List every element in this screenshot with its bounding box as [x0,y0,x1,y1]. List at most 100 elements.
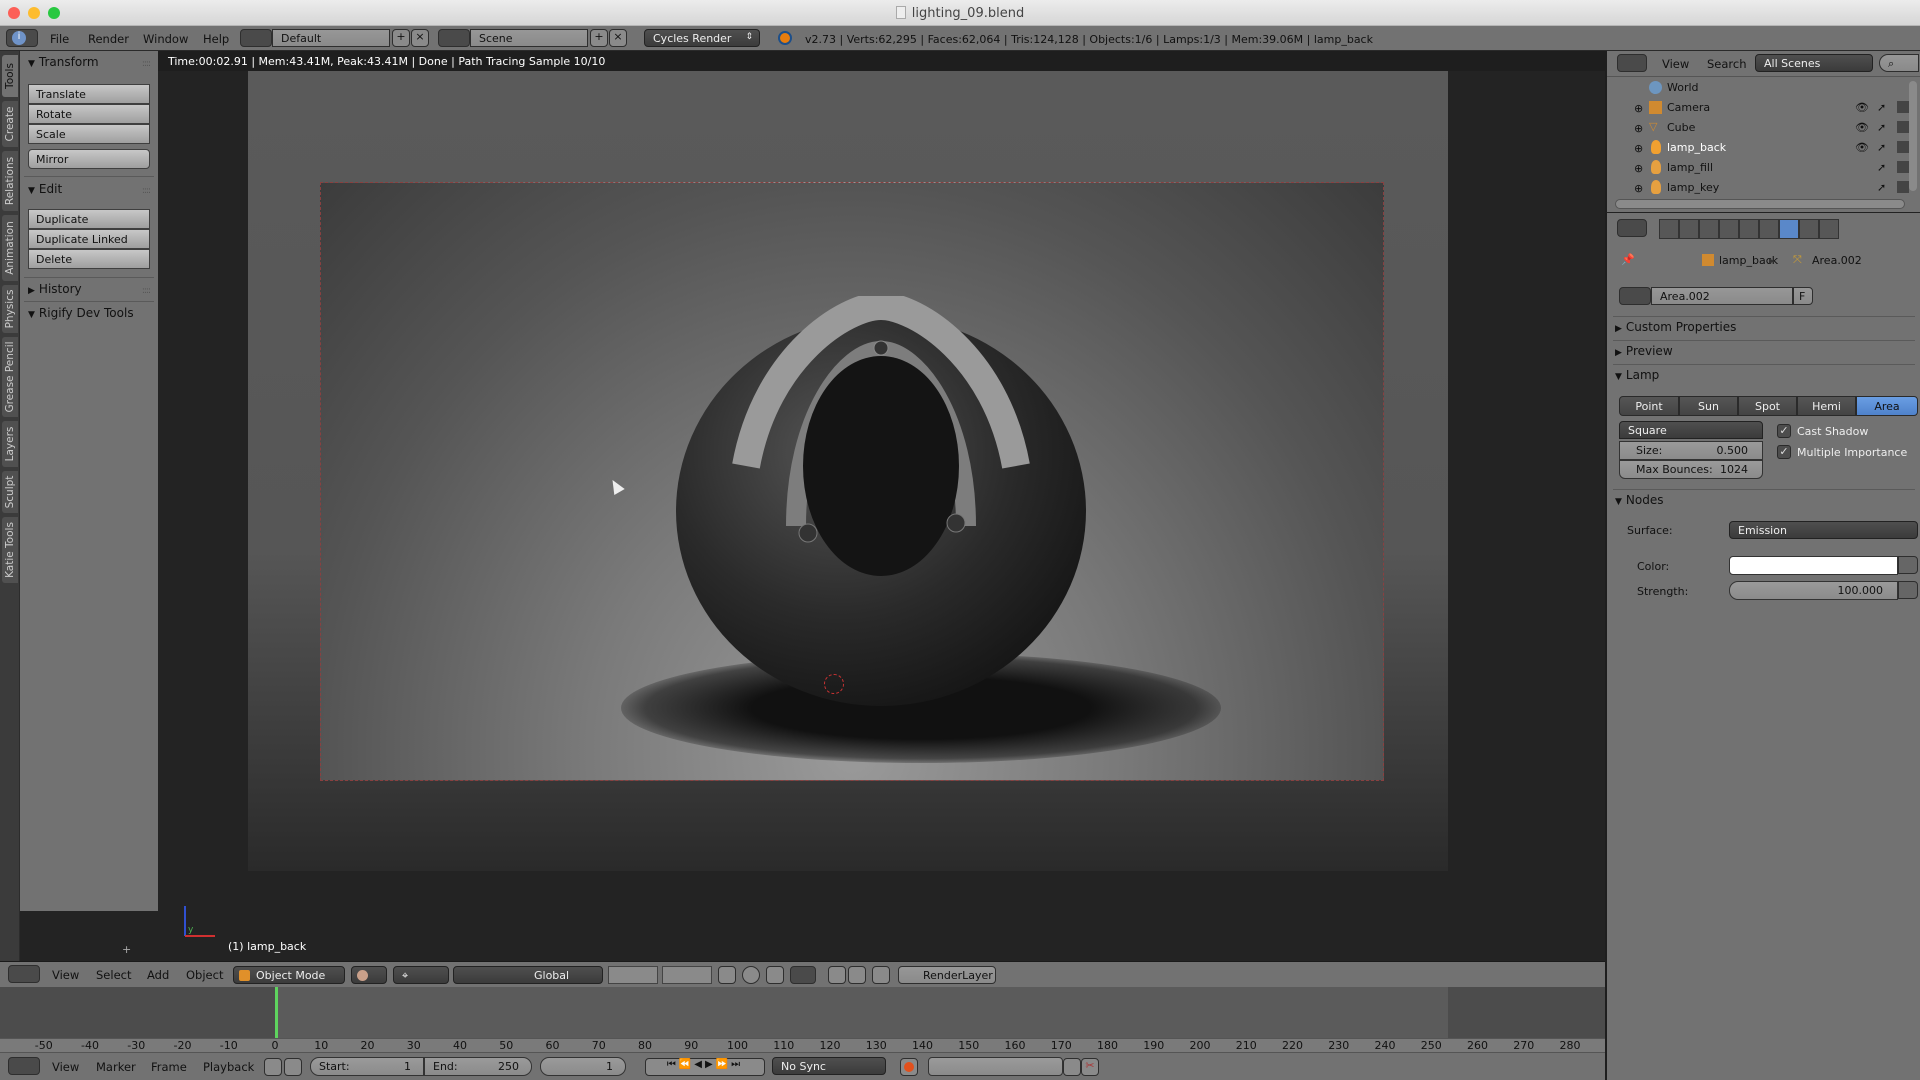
lamp-type-point[interactable]: Point [1619,396,1679,416]
select-arrow-icon[interactable]: ➚ [1877,101,1886,114]
render-camera-icon[interactable] [1897,101,1909,113]
search-input[interactable]: ⌕ [1879,54,1919,72]
menu-object[interactable]: Object [186,968,223,982]
lamp-type-sun[interactable]: Sun [1679,396,1738,416]
outliner-vscrollbar[interactable] [1909,81,1917,191]
tab-grease-pencil[interactable]: Grease Pencil [2,337,18,417]
frame-ruler[interactable]: -50 -40 -30 -20 -10 0 10 20 30 40 50 60 70 80 90 100 110… [0,1038,1605,1053]
multiple-importance-checkbox[interactable]: ✓ [1777,445,1791,459]
3d-viewport[interactable]: Time:00:02.91 | Mem:43.41M, Peak:43.41M … [158,51,1605,961]
scale-button[interactable]: Scale [28,124,150,144]
outliner-item-cube[interactable]: ⊕ ▽ Cube 👁 ➚ [1607,118,1920,138]
render-engine-dropdown[interactable]: Cycles Render ⇕ [644,29,760,47]
render-camera-icon[interactable] [1897,161,1909,173]
select-arrow-icon[interactable]: ➚ [1877,141,1886,154]
translate-button[interactable]: Translate [28,84,150,104]
tab-world[interactable] [1719,219,1739,239]
insert-keyframe-icon[interactable] [1063,1058,1081,1076]
playback-controls[interactable]: ⏮⏪◀▶⏩⏭ [645,1058,765,1076]
orientation-dropdown[interactable]: Global [453,966,603,984]
menu-view[interactable]: View [52,968,79,982]
color-swatch[interactable] [1729,556,1898,575]
drag-grip-icon[interactable]: :::: [142,286,151,296]
delete-keyframe-icon[interactable]: ✂ [1081,1058,1099,1076]
preview-range-icon[interactable] [264,1058,282,1076]
start-frame-field[interactable]: Start: 1 [310,1057,424,1076]
add-region-icon[interactable]: + [122,943,131,956]
current-frame-indicator[interactable] [275,987,278,1039]
menu-view[interactable]: View [1662,57,1689,71]
transform-panel-header[interactable]: ▼ Transform [28,55,99,69]
tab-layers[interactable]: Layers [2,421,18,467]
snap-element-dropdown[interactable] [790,966,816,984]
tab-render-layers[interactable] [1679,219,1699,239]
mirror-button[interactable]: Mirror [28,149,150,169]
outliner-item-lamp-key[interactable]: ⊕ lamp_key ➚ [1607,178,1920,198]
render-camera-icon[interactable] [1897,181,1909,193]
lamp-type-spot[interactable]: Spot [1738,396,1797,416]
display-mode-dropdown[interactable]: All Scenes [1755,54,1873,72]
max-bounces-field[interactable]: Max Bounces: 1024 [1619,460,1763,479]
layer-grid-1[interactable] [608,966,658,984]
menu-search[interactable]: Search [1707,57,1747,71]
layer-grid-2[interactable] [662,966,712,984]
outliner-item-lamp-back[interactable]: ⊕ lamp_back 👁 ➚ [1607,138,1920,158]
timeline-area[interactable] [0,987,1605,1039]
browse-lamp-button[interactable] [1619,287,1651,305]
strength-socket-button[interactable] [1898,581,1918,599]
drag-grip-icon[interactable]: :::: [142,59,151,69]
render-camera-icon[interactable] [1897,141,1909,153]
visibility-eye-icon[interactable]: 👁 [1855,121,1869,134]
outliner-item-lamp-fill[interactable]: ⊕ lamp_fill ➚ [1607,158,1920,178]
scene-icon[interactable] [438,29,470,47]
select-arrow-icon[interactable]: ➚ [1877,121,1886,134]
menu-frame[interactable]: Frame [151,1060,187,1074]
menu-view[interactable]: View [52,1060,79,1074]
area-shape-dropdown[interactable]: Square [1619,421,1763,439]
color-socket-button[interactable] [1898,556,1918,574]
preview-header[interactable]: ▶ Preview [1615,344,1915,358]
edit-panel-header[interactable]: ▼ Edit [28,182,62,196]
duplicate-button[interactable]: Duplicate [28,209,150,229]
menu-marker[interactable]: Marker [96,1060,136,1074]
sync-dropdown[interactable]: No Sync [772,1057,886,1075]
duplicate-linked-button[interactable]: Duplicate Linked [28,229,150,249]
nodes-header[interactable]: ▼ Nodes [1615,493,1915,507]
pin-icon[interactable]: 📌 [1621,253,1635,266]
record-button[interactable] [900,1058,918,1076]
history-panel-header[interactable]: ▶ History [28,282,82,296]
size-field[interactable]: Size: 0.500 [1619,441,1763,460]
rigify-panel-header[interactable]: ▼ Rigify Dev Tools [28,306,134,320]
delete-button[interactable]: Delete [28,249,150,269]
custom-properties-header[interactable]: ▶ Custom Properties [1615,320,1915,334]
3d-cursor-icon[interactable] [824,674,844,694]
end-frame-field[interactable]: End: 250 [424,1057,532,1076]
add-scene-button[interactable]: + [590,29,608,47]
keying-set-field[interactable] [928,1057,1063,1076]
tab-create[interactable]: Create [2,101,18,147]
select-arrow-icon[interactable]: ➚ [1877,181,1886,194]
expand-icon[interactable]: ⊕ [1634,102,1643,115]
menu-file[interactable]: File [50,32,69,46]
lamp-header[interactable]: ▼ Lamp [1615,368,1915,382]
lock-icon[interactable] [284,1058,302,1076]
menu-select[interactable]: Select [96,968,131,982]
visibility-eye-icon[interactable]: 👁 [1855,101,1869,114]
menu-window[interactable]: Window [143,32,188,46]
remove-scene-button[interactable]: × [609,29,627,47]
snap-icon[interactable] [766,966,784,984]
menu-playback[interactable]: Playback [203,1060,254,1074]
tab-render[interactable] [1659,219,1679,239]
tab-animation[interactable]: Animation [2,215,18,281]
tab-scene[interactable] [1699,219,1719,239]
current-frame-field[interactable]: 1 [540,1057,626,1076]
mode-dropdown[interactable]: Object Mode [233,966,345,984]
outliner-item-camera[interactable]: ⊕ Camera 👁 ➚ [1607,98,1920,118]
pivot-dropdown[interactable]: ⌖ [393,966,449,984]
drag-grip-icon[interactable]: :::: [142,186,151,196]
opengl-render-icon[interactable] [828,966,846,984]
tab-texture[interactable] [1799,219,1819,239]
tab-tools[interactable]: Tools [2,55,18,97]
render-layer-field[interactable]: RenderLayer [898,966,996,984]
tab-particles[interactable] [1819,219,1839,239]
